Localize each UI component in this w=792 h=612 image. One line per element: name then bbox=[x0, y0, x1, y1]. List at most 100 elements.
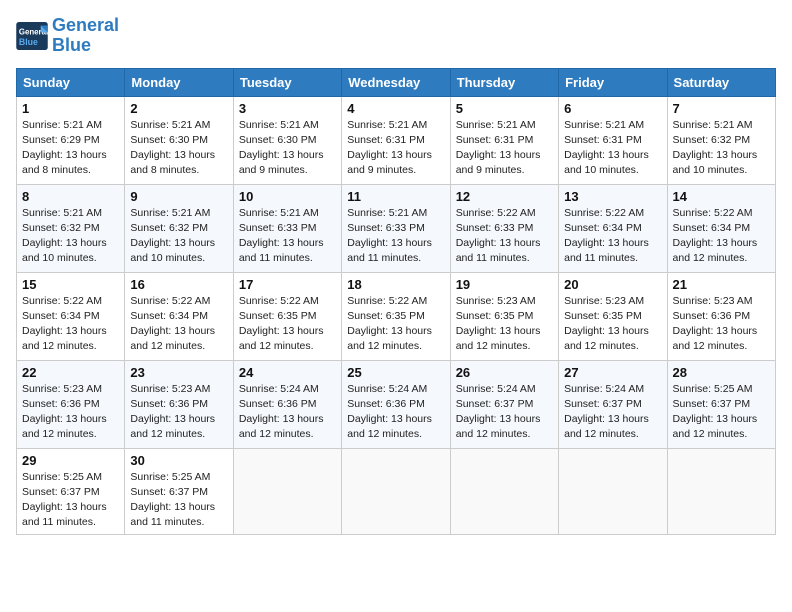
day-number: 21 bbox=[673, 277, 770, 292]
calendar-day-cell: 28 Sunrise: 5:25 AM Sunset: 6:37 PM Dayl… bbox=[667, 360, 775, 448]
day-info: Sunrise: 5:21 AM Sunset: 6:32 PM Dayligh… bbox=[22, 206, 119, 267]
day-number: 7 bbox=[673, 101, 770, 116]
weekday-header-cell: Saturday bbox=[667, 68, 775, 96]
calendar-week-row: 29 Sunrise: 5:25 AM Sunset: 6:37 PM Dayl… bbox=[17, 448, 776, 535]
daylight-label: Daylight: 13 hoursand 12 minutes. bbox=[347, 325, 432, 352]
sunset-label: Sunset: 6:36 PM bbox=[347, 398, 425, 410]
calendar-day-cell: 2 Sunrise: 5:21 AM Sunset: 6:30 PM Dayli… bbox=[125, 96, 233, 184]
day-number: 30 bbox=[130, 453, 227, 468]
sunset-label: Sunset: 6:37 PM bbox=[456, 398, 534, 410]
calendar-day-cell: 14 Sunrise: 5:22 AM Sunset: 6:34 PM Dayl… bbox=[667, 184, 775, 272]
calendar-day-cell bbox=[559, 448, 667, 535]
sunrise-label: Sunrise: 5:21 AM bbox=[239, 207, 319, 219]
day-info: Sunrise: 5:21 AM Sunset: 6:33 PM Dayligh… bbox=[239, 206, 336, 267]
calendar-day-cell: 12 Sunrise: 5:22 AM Sunset: 6:33 PM Dayl… bbox=[450, 184, 558, 272]
daylight-label: Daylight: 13 hoursand 9 minutes. bbox=[456, 149, 541, 176]
daylight-label: Daylight: 13 hoursand 11 minutes. bbox=[130, 501, 215, 528]
sunset-label: Sunset: 6:31 PM bbox=[347, 134, 425, 146]
sunset-label: Sunset: 6:34 PM bbox=[564, 222, 642, 234]
daylight-label: Daylight: 13 hoursand 11 minutes. bbox=[564, 237, 649, 264]
day-info: Sunrise: 5:23 AM Sunset: 6:36 PM Dayligh… bbox=[130, 382, 227, 443]
sunrise-label: Sunrise: 5:23 AM bbox=[673, 295, 753, 307]
sunset-label: Sunset: 6:30 PM bbox=[130, 134, 208, 146]
day-number: 18 bbox=[347, 277, 444, 292]
day-number: 6 bbox=[564, 101, 661, 116]
day-info: Sunrise: 5:21 AM Sunset: 6:29 PM Dayligh… bbox=[22, 118, 119, 179]
weekday-header-cell: Monday bbox=[125, 68, 233, 96]
calendar-day-cell: 27 Sunrise: 5:24 AM Sunset: 6:37 PM Dayl… bbox=[559, 360, 667, 448]
calendar-day-cell: 25 Sunrise: 5:24 AM Sunset: 6:36 PM Dayl… bbox=[342, 360, 450, 448]
daylight-label: Daylight: 13 hoursand 12 minutes. bbox=[347, 413, 432, 440]
daylight-label: Daylight: 13 hoursand 9 minutes. bbox=[347, 149, 432, 176]
sunrise-label: Sunrise: 5:21 AM bbox=[239, 119, 319, 131]
sunrise-label: Sunrise: 5:21 AM bbox=[347, 119, 427, 131]
day-number: 2 bbox=[130, 101, 227, 116]
sunset-label: Sunset: 6:31 PM bbox=[564, 134, 642, 146]
sunrise-label: Sunrise: 5:22 AM bbox=[130, 295, 210, 307]
daylight-label: Daylight: 13 hoursand 12 minutes. bbox=[22, 413, 107, 440]
sunrise-label: Sunrise: 5:23 AM bbox=[130, 383, 210, 395]
sunset-label: Sunset: 6:37 PM bbox=[673, 398, 751, 410]
day-info: Sunrise: 5:25 AM Sunset: 6:37 PM Dayligh… bbox=[22, 470, 119, 531]
sunset-label: Sunset: 6:30 PM bbox=[239, 134, 317, 146]
daylight-label: Daylight: 13 hoursand 12 minutes. bbox=[239, 413, 324, 440]
day-number: 1 bbox=[22, 101, 119, 116]
daylight-label: Daylight: 13 hoursand 12 minutes. bbox=[673, 413, 758, 440]
day-number: 23 bbox=[130, 365, 227, 380]
daylight-label: Daylight: 13 hoursand 8 minutes. bbox=[22, 149, 107, 176]
sunset-label: Sunset: 6:37 PM bbox=[564, 398, 642, 410]
day-number: 22 bbox=[22, 365, 119, 380]
calendar-day-cell: 9 Sunrise: 5:21 AM Sunset: 6:32 PM Dayli… bbox=[125, 184, 233, 272]
calendar-day-cell: 19 Sunrise: 5:23 AM Sunset: 6:35 PM Dayl… bbox=[450, 272, 558, 360]
daylight-label: Daylight: 13 hoursand 11 minutes. bbox=[239, 237, 324, 264]
calendar-body: 1 Sunrise: 5:21 AM Sunset: 6:29 PM Dayli… bbox=[17, 96, 776, 535]
day-info: Sunrise: 5:21 AM Sunset: 6:31 PM Dayligh… bbox=[456, 118, 553, 179]
daylight-label: Daylight: 13 hoursand 9 minutes. bbox=[239, 149, 324, 176]
daylight-label: Daylight: 13 hoursand 12 minutes. bbox=[456, 413, 541, 440]
sunrise-label: Sunrise: 5:24 AM bbox=[239, 383, 319, 395]
sunrise-label: Sunrise: 5:21 AM bbox=[130, 207, 210, 219]
calendar-day-cell: 11 Sunrise: 5:21 AM Sunset: 6:33 PM Dayl… bbox=[342, 184, 450, 272]
sunrise-label: Sunrise: 5:21 AM bbox=[347, 207, 427, 219]
sunrise-label: Sunrise: 5:21 AM bbox=[22, 207, 102, 219]
day-number: 5 bbox=[456, 101, 553, 116]
sunset-label: Sunset: 6:32 PM bbox=[673, 134, 751, 146]
sunrise-label: Sunrise: 5:25 AM bbox=[673, 383, 753, 395]
day-info: Sunrise: 5:21 AM Sunset: 6:32 PM Dayligh… bbox=[130, 206, 227, 267]
calendar-week-row: 22 Sunrise: 5:23 AM Sunset: 6:36 PM Dayl… bbox=[17, 360, 776, 448]
day-info: Sunrise: 5:21 AM Sunset: 6:31 PM Dayligh… bbox=[564, 118, 661, 179]
day-number: 4 bbox=[347, 101, 444, 116]
calendar-week-row: 15 Sunrise: 5:22 AM Sunset: 6:34 PM Dayl… bbox=[17, 272, 776, 360]
calendar-day-cell: 22 Sunrise: 5:23 AM Sunset: 6:36 PM Dayl… bbox=[17, 360, 125, 448]
calendar-day-cell: 1 Sunrise: 5:21 AM Sunset: 6:29 PM Dayli… bbox=[17, 96, 125, 184]
day-number: 15 bbox=[22, 277, 119, 292]
sunset-label: Sunset: 6:33 PM bbox=[347, 222, 425, 234]
daylight-label: Daylight: 13 hoursand 12 minutes. bbox=[239, 325, 324, 352]
sunset-label: Sunset: 6:35 PM bbox=[564, 310, 642, 322]
weekday-header-cell: Wednesday bbox=[342, 68, 450, 96]
sunrise-label: Sunrise: 5:25 AM bbox=[130, 471, 210, 483]
day-info: Sunrise: 5:21 AM Sunset: 6:30 PM Dayligh… bbox=[130, 118, 227, 179]
day-info: Sunrise: 5:22 AM Sunset: 6:34 PM Dayligh… bbox=[130, 294, 227, 355]
sunset-label: Sunset: 6:36 PM bbox=[239, 398, 317, 410]
day-number: 17 bbox=[239, 277, 336, 292]
weekday-header-row: SundayMondayTuesdayWednesdayThursdayFrid… bbox=[17, 68, 776, 96]
day-number: 16 bbox=[130, 277, 227, 292]
day-number: 11 bbox=[347, 189, 444, 204]
calendar-day-cell bbox=[233, 448, 341, 535]
calendar-day-cell: 7 Sunrise: 5:21 AM Sunset: 6:32 PM Dayli… bbox=[667, 96, 775, 184]
sunset-label: Sunset: 6:35 PM bbox=[456, 310, 534, 322]
daylight-label: Daylight: 13 hoursand 12 minutes. bbox=[564, 325, 649, 352]
sunrise-label: Sunrise: 5:22 AM bbox=[456, 207, 536, 219]
daylight-label: Daylight: 13 hoursand 12 minutes. bbox=[130, 413, 215, 440]
calendar-day-cell: 8 Sunrise: 5:21 AM Sunset: 6:32 PM Dayli… bbox=[17, 184, 125, 272]
day-info: Sunrise: 5:23 AM Sunset: 6:36 PM Dayligh… bbox=[673, 294, 770, 355]
calendar-day-cell: 18 Sunrise: 5:22 AM Sunset: 6:35 PM Dayl… bbox=[342, 272, 450, 360]
sunset-label: Sunset: 6:36 PM bbox=[22, 398, 100, 410]
day-number: 26 bbox=[456, 365, 553, 380]
day-info: Sunrise: 5:21 AM Sunset: 6:33 PM Dayligh… bbox=[347, 206, 444, 267]
daylight-label: Daylight: 13 hoursand 12 minutes. bbox=[564, 413, 649, 440]
calendar-day-cell: 3 Sunrise: 5:21 AM Sunset: 6:30 PM Dayli… bbox=[233, 96, 341, 184]
day-number: 9 bbox=[130, 189, 227, 204]
daylight-label: Daylight: 13 hoursand 11 minutes. bbox=[347, 237, 432, 264]
